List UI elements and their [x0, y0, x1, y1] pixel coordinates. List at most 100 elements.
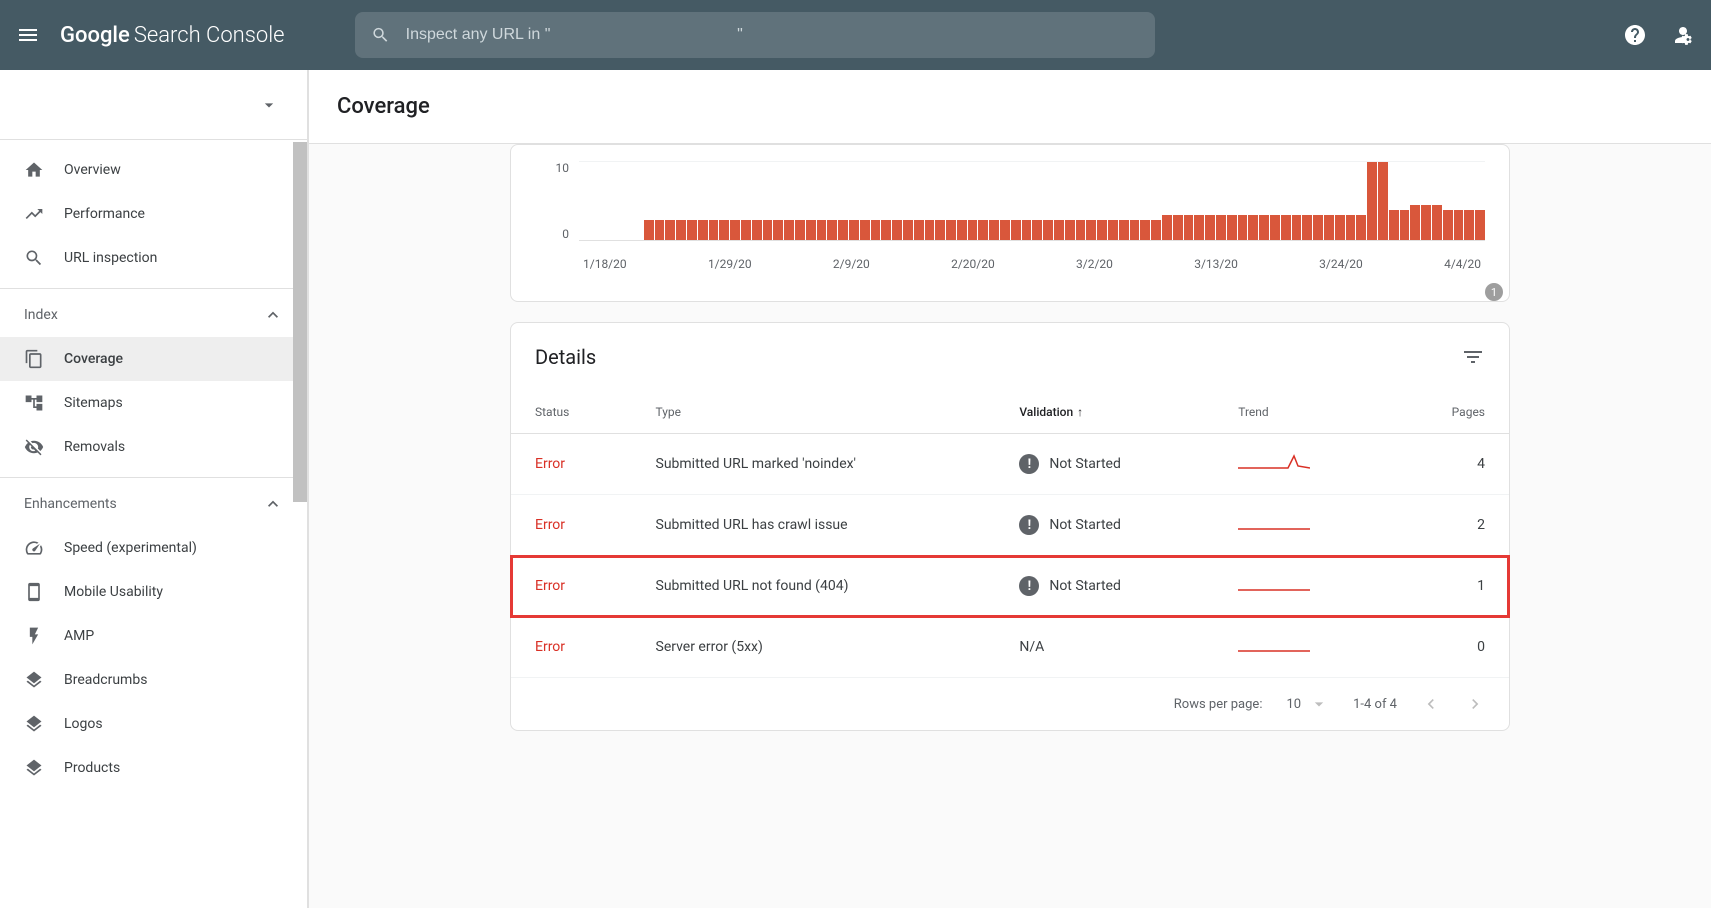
sidebar-item-mobile-usability[interactable]: Mobile Usability	[0, 570, 307, 614]
x-tick: 2/20/20	[951, 257, 995, 271]
table-row[interactable]: Error Submitted URL marked 'noindex' !No…	[511, 434, 1509, 495]
chart-bar	[1022, 220, 1032, 240]
app-header: Google Search Console	[0, 0, 1711, 70]
table-row[interactable]: Error Submitted URL has crawl issue !Not…	[511, 495, 1509, 556]
chart-bar	[1151, 220, 1161, 240]
sidebar-item-label: Overview	[64, 162, 121, 178]
chart-bar	[925, 220, 935, 240]
chart-bar	[978, 220, 988, 240]
table-row[interactable]: Error Server error (5xx) N/A 0	[511, 617, 1509, 678]
x-tick: 4/4/20	[1444, 257, 1481, 271]
search-icon	[24, 248, 44, 268]
chart-bar	[1259, 215, 1269, 240]
chart-bar	[1119, 220, 1129, 240]
nav-section-enhancements[interactable]: Enhancements	[0, 477, 307, 526]
trend-sparkline	[1238, 574, 1310, 594]
chart-bar	[687, 220, 697, 240]
sidebar-item-label: Products	[64, 760, 120, 776]
x-tick: 3/24/20	[1319, 257, 1363, 271]
cell-trend	[1214, 495, 1390, 556]
chart-bar	[1443, 210, 1453, 240]
chart-bar	[719, 220, 729, 240]
chart-bar	[709, 220, 719, 240]
nav-section-label: Index	[24, 307, 58, 323]
chart-bar	[957, 220, 967, 240]
chart-bar	[1389, 210, 1399, 240]
rows-per-page-label: Rows per page:	[1174, 697, 1263, 712]
sidebar-item-removals[interactable]: Removals	[0, 425, 307, 469]
prev-page-icon[interactable]	[1421, 694, 1441, 714]
url-inspect-search[interactable]	[355, 12, 1155, 58]
chart-bar	[838, 220, 848, 240]
sidebar-item-speed-experimental-[interactable]: Speed (experimental)	[0, 526, 307, 570]
chart-bar	[1378, 161, 1388, 240]
sidebar-item-performance[interactable]: Performance	[0, 192, 307, 236]
sidebar-item-url-inspection[interactable]: URL inspection	[0, 236, 307, 280]
chart-badge: 1	[1485, 283, 1503, 301]
chart-bar	[665, 220, 675, 240]
chart-bar	[1032, 220, 1042, 240]
help-icon[interactable]	[1623, 23, 1647, 47]
trending-icon	[24, 204, 44, 224]
chart-bar	[730, 220, 740, 240]
rows-per-page-value: 10	[1286, 697, 1301, 712]
chart-bar	[1173, 215, 1183, 240]
cell-validation: ! Not Started	[995, 495, 1214, 556]
table-row[interactable]: Error Submitted URL not found (404) !Not…	[511, 556, 1509, 617]
chart-bar	[1464, 210, 1474, 240]
phone-icon	[24, 582, 44, 602]
coverage-chart: 10 0 1/18/201/29/202/9/202/20/203/2/203/…	[510, 144, 1510, 302]
user-settings-icon[interactable]	[1671, 23, 1695, 47]
trend-sparkline	[1238, 513, 1310, 533]
chart-bar	[1194, 215, 1204, 240]
sidebar-item-coverage[interactable]: Coverage	[0, 337, 307, 381]
validation-text: Not Started	[1049, 517, 1121, 533]
chart-bar	[1270, 215, 1280, 240]
chart-bar	[763, 220, 773, 240]
nav-section-index[interactable]: Index	[0, 288, 307, 337]
chart-bar	[1043, 220, 1053, 240]
chart-bar	[1454, 210, 1464, 240]
layers-icon	[24, 670, 44, 690]
filter-icon[interactable]	[1461, 345, 1485, 369]
y-tick: 10	[556, 161, 570, 175]
sidebar-item-sitemaps[interactable]: Sitemaps	[0, 381, 307, 425]
chart-bar	[1335, 215, 1345, 240]
sidebar-item-amp[interactable]: AMP	[0, 614, 307, 658]
sitemap-icon	[24, 393, 44, 413]
search-input[interactable]	[406, 26, 1139, 44]
dropdown-icon	[259, 95, 279, 115]
col-trend[interactable]: Trend	[1214, 391, 1390, 434]
next-page-icon[interactable]	[1465, 694, 1485, 714]
rows-per-page-select[interactable]: 10	[1286, 694, 1329, 714]
col-type[interactable]: Type	[632, 391, 996, 434]
logo-google: Google	[60, 23, 130, 48]
chart-bar	[1421, 205, 1431, 240]
sidebar-item-logos[interactable]: Logos	[0, 702, 307, 746]
sidebar-item-breadcrumbs[interactable]: Breadcrumbs	[0, 658, 307, 702]
chart-bar	[1432, 205, 1442, 240]
scrollbar[interactable]	[293, 142, 307, 502]
cell-pages: 4	[1390, 434, 1509, 495]
chart-bar	[1410, 205, 1420, 240]
warning-icon: !	[1019, 515, 1039, 535]
chart-bar	[795, 220, 805, 240]
col-status[interactable]: Status	[511, 391, 632, 434]
chart-bar	[1302, 215, 1312, 240]
sidebar-item-products[interactable]: Products	[0, 746, 307, 790]
sidebar-item-label: URL inspection	[64, 250, 157, 266]
col-pages[interactable]: Pages	[1390, 391, 1509, 434]
chart-bar	[914, 220, 924, 240]
search-icon	[371, 25, 390, 45]
chart-bar	[892, 220, 902, 240]
cell-status: Error	[511, 434, 632, 495]
menu-icon[interactable]	[16, 23, 40, 47]
chart-bar	[644, 220, 654, 240]
property-selector[interactable]	[0, 70, 307, 140]
sidebar-item-overview[interactable]: Overview	[0, 148, 307, 192]
details-card: Details Status Type Validation↑ Trend Pa…	[510, 322, 1510, 731]
col-validation[interactable]: Validation↑	[995, 391, 1214, 434]
chart-bar	[860, 220, 870, 240]
chart-bar	[806, 220, 816, 240]
chart-bar	[1130, 220, 1140, 240]
